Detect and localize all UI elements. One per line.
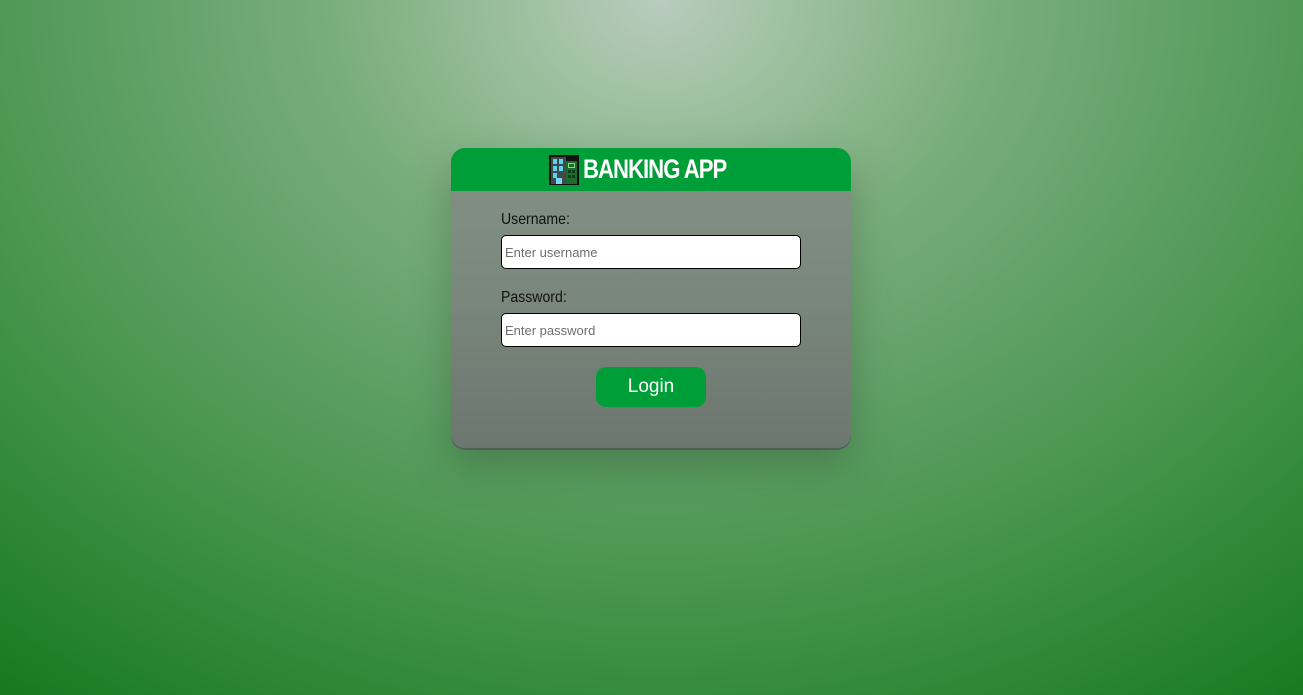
username-input[interactable] (501, 235, 801, 269)
login-card: BANKING APP Username: Password: Login (451, 148, 851, 448)
bank-building-icon (549, 154, 579, 185)
username-label: Username: (501, 211, 570, 228)
password-input[interactable] (501, 313, 801, 347)
password-label: Password: (501, 289, 567, 306)
card-header: BANKING APP (451, 148, 851, 191)
app-title: BANKING APP (583, 154, 727, 184)
login-button[interactable]: Login (596, 367, 706, 407)
